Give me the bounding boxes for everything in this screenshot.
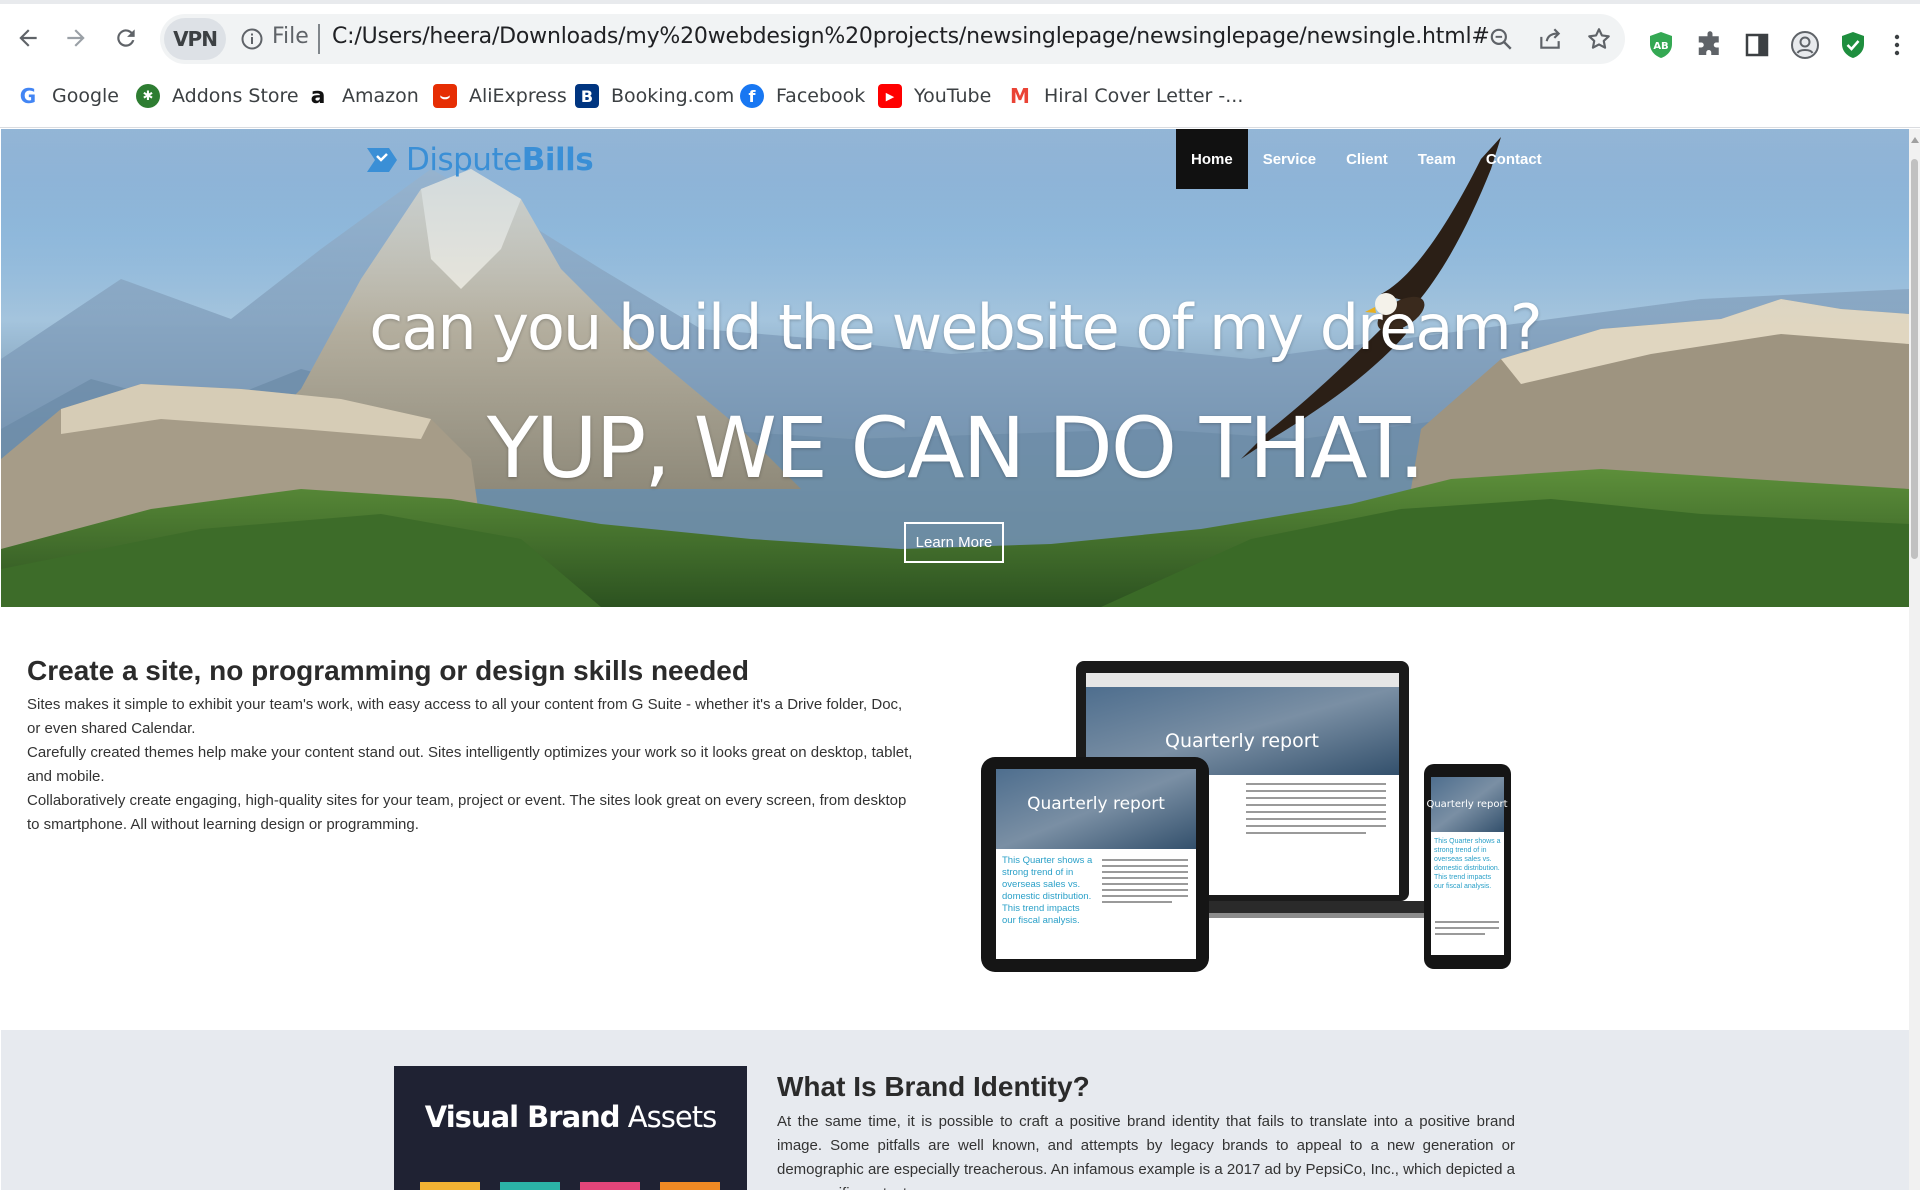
card-title-rest: Assets (627, 1100, 717, 1134)
logo-mark-icon (367, 148, 397, 172)
url-text[interactable]: C:/Users/heera/Downloads/my%20webdesign%… (332, 24, 1490, 49)
adblock-shield-icon[interactable]: AB (1646, 30, 1676, 60)
logo-text-part2: Bills (521, 142, 594, 178)
profile-avatar-icon[interactable] (1790, 30, 1820, 60)
hero-question: can you build the website of my dream? (369, 291, 1542, 364)
nav-service[interactable]: Service (1248, 129, 1331, 189)
tablet-report-title: Quarterly report (1027, 794, 1165, 814)
swatch-yellow (420, 1182, 480, 1190)
window-bottom-edge (0, 1190, 1920, 1200)
phone-report-title: Quarterly report (1426, 799, 1507, 810)
vpn-label: VPN (173, 27, 218, 51)
facebook-icon: f (740, 84, 764, 108)
hero-headline: YUP, WE CAN DO THAT. (486, 399, 1425, 497)
tablet-blurb-box: This Quarter shows a strong trend of in … (1002, 855, 1093, 926)
nav-home[interactable]: Home (1176, 129, 1248, 189)
paragraph: Collaboratively create engaging, high-qu… (27, 792, 907, 833)
browser-chrome: VPN File C:/Users/heera/Downloads/my%20w… (0, 0, 1920, 128)
phone-blurb: This Quarter shows a strong trend of in … (1434, 838, 1501, 890)
scroll-up-arrow-icon[interactable] (1911, 137, 1919, 143)
bookmark-gmail[interactable]: M Hiral Cover Letter -... (1008, 80, 1243, 112)
features-section: Create a site, no programming or design … (1, 607, 1909, 1030)
url-scheme: File (272, 24, 309, 49)
scrollbar-thumb[interactable] (1911, 159, 1918, 559)
tablet-mockup: Quarterly report This Quarter shows a st… (981, 757, 1209, 972)
bookmark-label: YouTube (914, 85, 992, 107)
paragraph: Sites makes it simple to exhibit your te… (27, 696, 903, 737)
extensions-puzzle-icon[interactable] (1695, 30, 1725, 60)
laptop-report-title: Quarterly report (1165, 730, 1319, 752)
section-body: At the same time, it is possible to craf… (777, 1113, 1515, 1190)
browser-toolbar: VPN File C:/Users/heera/Downloads/my%20w… (0, 8, 1920, 70)
card-title: Visual Brand Assets (394, 1100, 747, 1134)
logo-text-part1: Dispute (406, 142, 522, 178)
side-panel-icon[interactable] (1742, 30, 1772, 60)
gmail-icon: M (1010, 84, 1030, 108)
bookmark-youtube[interactable]: ▶ YouTube (878, 80, 991, 112)
hero-banner: Dispute Bills Home Service Client Team Co… (1, 129, 1909, 607)
paragraph: Carefully created themes help make your … (27, 744, 913, 785)
site-logo[interactable]: Dispute Bills (364, 142, 594, 178)
info-icon[interactable] (240, 27, 264, 51)
google-icon: G (19, 84, 37, 108)
tablet-blurb: This Quarter shows a strong trend of in … (1002, 855, 1093, 926)
color-swatch-bars (420, 1182, 720, 1190)
visual-brand-assets-card: Visual Brand Assets (394, 1066, 747, 1190)
security-shield-icon[interactable] (1838, 30, 1868, 60)
nav-team[interactable]: Team (1403, 129, 1471, 189)
vpn-badge[interactable]: VPN (164, 18, 226, 60)
swatch-orange (660, 1182, 720, 1190)
reload-icon (117, 29, 135, 47)
bookmark-label: Facebook (776, 85, 866, 107)
bookmark-label: Google (52, 85, 120, 107)
section-title: What Is Brand Identity? (777, 1071, 1090, 1102)
page-scrollbar[interactable] (1909, 129, 1920, 1190)
brand-identity-section: Visual Brand Assets What Is Brand Identi… (1, 1030, 1909, 1190)
bookmark-google[interactable]: G Google (16, 80, 119, 112)
bookmark-label: AliExpress (469, 85, 567, 107)
bookmark-label: Addons Store (172, 85, 299, 107)
swatch-pink (580, 1182, 640, 1190)
back-arrow-icon (19, 29, 37, 47)
bookmark-aliexpress[interactable]: ⌣ AliExpress (433, 80, 567, 112)
amazon-icon: a (310, 83, 326, 109)
bookmark-amazon[interactable]: a Amazon (306, 80, 419, 112)
tab-strip-edge (0, 0, 1920, 4)
nav-client[interactable]: Client (1331, 129, 1403, 189)
bookmark-addons-store[interactable]: ✱ Addons Store (136, 80, 299, 112)
card-title-bold: Visual Brand (424, 1100, 621, 1134)
bookmark-label: Amazon (342, 85, 419, 107)
responsive-devices-image: Quarterly report Quarterly report This Q… (981, 661, 1511, 972)
kebab-menu-icon[interactable] (1887, 30, 1907, 60)
forward-arrow-icon (67, 29, 85, 47)
section-body: Sites makes it simple to exhibit your te… (27, 693, 917, 837)
back-button[interactable] (10, 20, 46, 56)
bookmark-label: Booking.com (611, 85, 735, 107)
bookmark-facebook[interactable]: f Facebook (740, 80, 865, 112)
phone-blurb-box: This Quarter shows a strong trend of in … (1434, 838, 1501, 890)
booking-icon: B (575, 84, 599, 108)
nav-contact[interactable]: Contact (1471, 129, 1557, 189)
addons-store-icon: ✱ (136, 84, 160, 108)
aliexpress-icon: ⌣ (433, 84, 457, 108)
address-bar[interactable]: VPN File C:/Users/heera/Downloads/my%20w… (160, 14, 1625, 64)
phone-mockup: Quarterly report This Quarter shows a st… (1424, 764, 1511, 969)
section-title: Create a site, no programming or design … (27, 655, 749, 686)
share-icon[interactable] (1537, 26, 1563, 52)
bookmark-label: Hiral Cover Letter -... (1044, 85, 1244, 107)
bookmark-booking[interactable]: B Booking.com (575, 80, 734, 112)
zoom-icon[interactable] (1488, 26, 1514, 52)
url-separator (318, 24, 320, 54)
reload-button[interactable] (108, 20, 144, 56)
bookmarks-bar: G Google ✱ Addons Store a Amazon ⌣ AliExpres… (0, 76, 1920, 116)
youtube-icon: ▶ (878, 84, 902, 108)
learn-more-button[interactable]: Learn More (904, 522, 1004, 563)
adblock-badge-text: AB (1653, 41, 1668, 52)
bookmark-star-icon[interactable] (1586, 26, 1612, 52)
forward-button[interactable] (58, 20, 94, 56)
swatch-teal (500, 1182, 560, 1190)
site-navigation: Home Service Client Team Contact (1176, 129, 1557, 189)
